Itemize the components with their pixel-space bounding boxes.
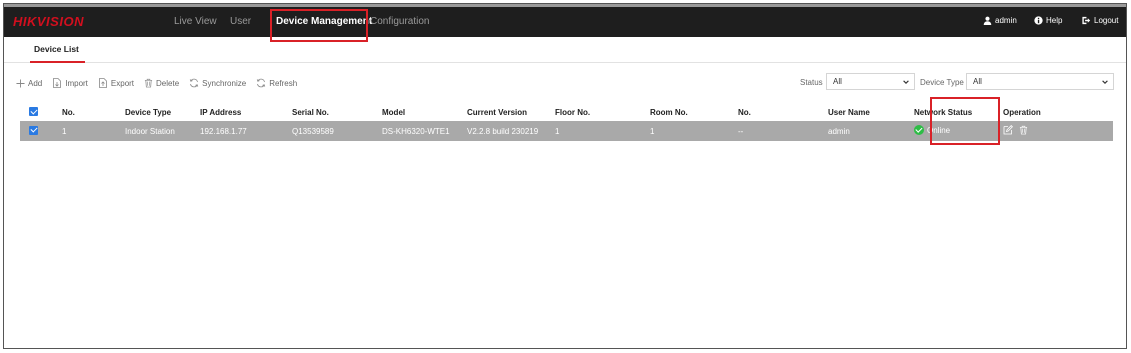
cell-serial-no: Q13539589 <box>292 121 382 141</box>
cell-operation <box>1003 121 1113 141</box>
column-header: Floor No. <box>555 104 650 121</box>
nav-live-view[interactable]: Live View <box>174 16 217 27</box>
synchronize-button[interactable]: Synchronize <box>189 78 246 88</box>
column-header: No. <box>39 104 125 121</box>
column-header: Operation <box>1003 104 1113 121</box>
delete-button[interactable]: Delete <box>144 78 179 88</box>
app-window: HIKVISION Live View User Device Manageme… <box>3 3 1127 349</box>
column-header: IP Address <box>200 104 292 121</box>
chevron-down-icon <box>903 80 909 84</box>
status-select-value: All <box>833 77 842 86</box>
export-label: Export <box>110 78 135 88</box>
export-button[interactable]: Export <box>98 78 134 88</box>
help-link[interactable]: Help <box>1034 16 1062 25</box>
cell-floor-no: 1 <box>555 121 650 141</box>
hikvision-logo: HIKVISION <box>13 14 84 29</box>
delete-label: Delete <box>156 78 180 88</box>
refresh-button[interactable]: Refresh <box>256 78 297 88</box>
cell-sub-no: -- <box>738 121 828 141</box>
logout-link[interactable]: Logout <box>1081 16 1118 25</box>
status-filter-label: Status <box>800 78 823 87</box>
device-toolbar: Add Import Export Delete Synchronize Ref… <box>16 76 307 90</box>
edit-icon[interactable] <box>1003 125 1013 135</box>
active-tab-underline <box>30 61 85 63</box>
refresh-icon <box>257 78 266 88</box>
export-icon <box>99 78 107 88</box>
nav-configuration[interactable]: Configuration <box>370 16 429 27</box>
import-icon <box>53 78 62 88</box>
nav-user[interactable]: User <box>230 16 251 27</box>
trash-icon <box>144 78 153 88</box>
check-circle-icon <box>914 125 924 135</box>
user-icon <box>983 16 992 25</box>
device-management-highlight <box>270 9 368 42</box>
row-checkbox-cell[interactable] <box>20 121 39 141</box>
refresh-label: Refresh <box>269 78 298 88</box>
current-user-label: admin <box>995 16 1017 25</box>
column-header: Device Type <box>125 104 200 121</box>
sub-tab-bar: Device List <box>4 37 1126 63</box>
synchronize-label: Synchronize <box>202 78 247 88</box>
row-checkbox[interactable] <box>29 125 38 135</box>
add-button[interactable]: Add <box>16 79 42 88</box>
column-header: Model <box>382 104 467 121</box>
cell-no: 1 <box>39 121 125 141</box>
logout-icon <box>1082 16 1091 25</box>
network-status-highlight <box>930 97 1000 145</box>
tab-device-list[interactable]: Device List <box>34 44 79 54</box>
logout-label: Logout <box>1094 16 1119 25</box>
device-type-filter-label: Device Type <box>920 78 964 87</box>
device-type-select-value: All <box>973 77 982 86</box>
column-header: Room No. <box>650 104 738 121</box>
select-all-checkbox-cell[interactable] <box>20 104 39 121</box>
column-header: Current Version <box>467 104 555 121</box>
cell-room-no: 1 <box>650 121 738 141</box>
status-select[interactable]: All <box>826 73 915 90</box>
chevron-down-icon <box>1102 80 1108 84</box>
add-label: Add <box>28 78 43 88</box>
column-header: Serial No. <box>292 104 382 121</box>
sync-icon <box>189 78 199 88</box>
cell-current-version: V2.2.8 build 230219 <box>467 121 555 141</box>
column-header: No. <box>738 104 828 121</box>
import-button[interactable]: Import <box>52 78 88 88</box>
user-menu[interactable]: admin <box>983 16 1017 25</box>
help-label: Help <box>1046 16 1063 25</box>
column-header: User Name <box>828 104 914 121</box>
info-icon <box>1034 16 1043 25</box>
cell-user-name: admin <box>828 121 914 141</box>
cell-device-type: Indoor Station <box>125 121 200 141</box>
device-type-select[interactable]: All <box>966 73 1114 90</box>
cell-ip-address: 192.168.1.77 <box>200 121 292 141</box>
import-label: Import <box>65 78 88 88</box>
trash-icon[interactable] <box>1019 125 1028 135</box>
plus-icon <box>16 78 25 88</box>
top-navigation-bar: HIKVISION Live View User Device Manageme… <box>4 4 1126 37</box>
cell-model: DS-KH6320-WTE1 <box>382 121 467 141</box>
select-all-checkbox[interactable] <box>29 107 38 116</box>
